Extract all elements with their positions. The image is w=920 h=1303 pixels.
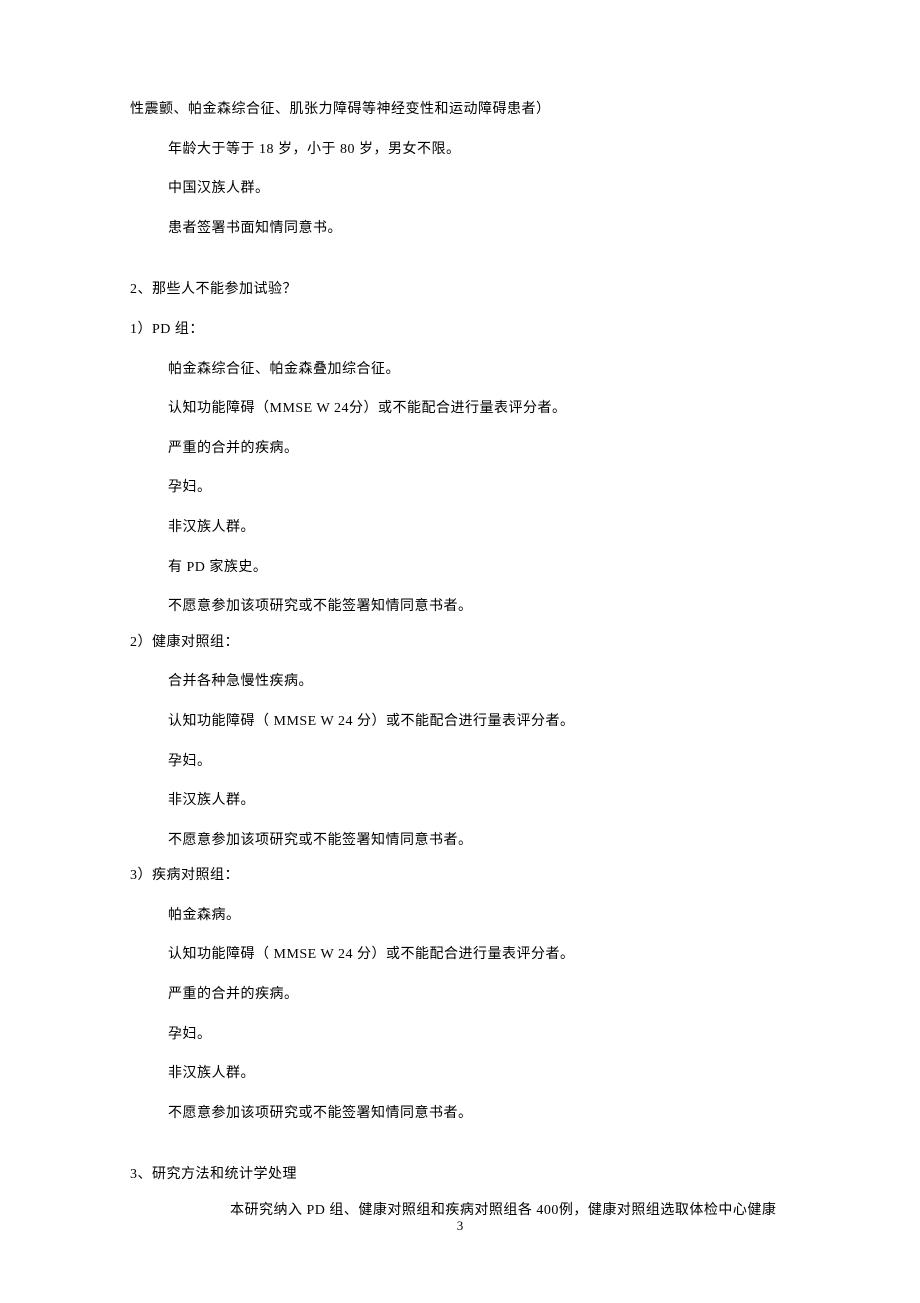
group-heading: 3）疾病对照组： bbox=[130, 866, 800, 886]
body-text: 患者签署书面知情同意书。 bbox=[130, 219, 800, 239]
body-text: 认知功能障碍（ MMSE W 24 分）或不能配合进行量表评分者。 bbox=[130, 945, 800, 965]
section-heading: 2、那些人不能参加试验？ bbox=[130, 280, 800, 300]
body-text: 有 PD 家族史。 bbox=[130, 558, 800, 578]
body-text: 性震颤、帕金森综合征、肌张力障碍等神经变性和运动障碍患者） bbox=[130, 100, 800, 120]
body-text: 孕妇。 bbox=[130, 1025, 800, 1045]
body-text: 不愿意参加该项研究或不能签署知情同意书者。 bbox=[130, 831, 800, 851]
body-text: 孕妇。 bbox=[130, 478, 800, 498]
body-text: 不愿意参加该项研究或不能签署知情同意书者。 bbox=[130, 597, 800, 617]
body-text: 不愿意参加该项研究或不能签署知情同意书者。 bbox=[130, 1104, 800, 1124]
group-heading: 2）健康对照组： bbox=[130, 633, 800, 653]
body-text: 非汉族人群。 bbox=[130, 518, 800, 538]
body-text: 合并各种急慢性疾病。 bbox=[130, 672, 800, 692]
page-number: 3 bbox=[0, 1217, 920, 1235]
body-text: 认知功能障碍（MMSE W 24分）或不能配合进行量表评分者。 bbox=[130, 399, 800, 419]
body-text: 中国汉族人群。 bbox=[130, 179, 800, 199]
body-text: 严重的合并的疾病。 bbox=[130, 439, 800, 459]
body-text: 非汉族人群。 bbox=[130, 1064, 800, 1084]
body-text: 非汉族人群。 bbox=[130, 791, 800, 811]
body-text: 帕金森综合征、帕金森叠加综合征。 bbox=[130, 360, 800, 380]
body-text: 严重的合并的疾病。 bbox=[130, 985, 800, 1005]
body-text: 孕妇。 bbox=[130, 752, 800, 772]
body-text: 帕金森病。 bbox=[130, 906, 800, 926]
section-heading: 3、研究方法和统计学处理 bbox=[130, 1165, 800, 1185]
document-page: 性震颤、帕金森综合征、肌张力障碍等神经变性和运动障碍患者） 年龄大于等于 18 … bbox=[0, 0, 920, 1303]
body-text: 认知功能障碍（ MMSE W 24 分）或不能配合进行量表评分者。 bbox=[130, 712, 800, 732]
group-heading: 1）PD 组： bbox=[130, 320, 800, 340]
body-text: 年龄大于等于 18 岁，小于 80 岁，男女不限。 bbox=[130, 140, 800, 160]
